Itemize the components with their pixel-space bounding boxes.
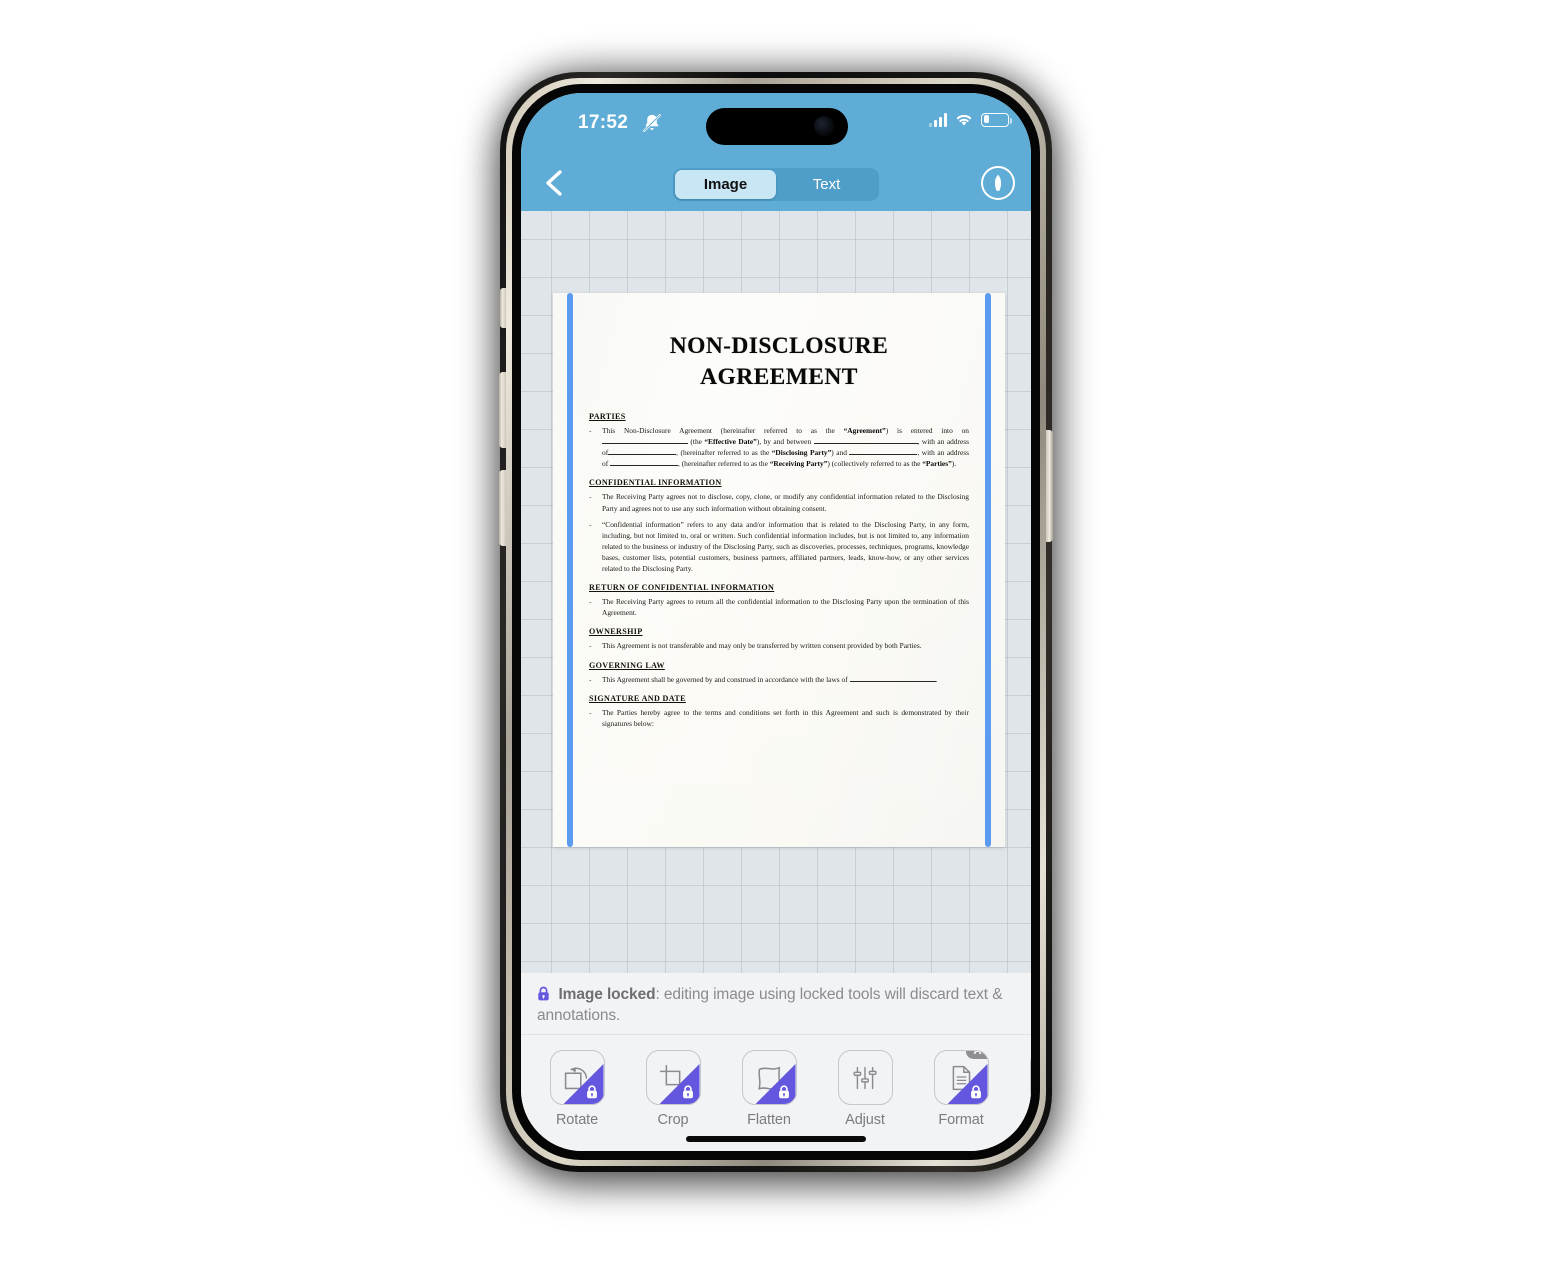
bullet-dash: - <box>589 519 592 529</box>
tool-flatten-box[interactable] <box>741 1050 797 1105</box>
tool-rotate-label: Rotate <box>555 1112 599 1128</box>
home-indicator[interactable] <box>686 1136 866 1142</box>
volume-down-button[interactable] <box>499 470 506 546</box>
tool-crop-box[interactable] <box>645 1050 701 1105</box>
lock-icon <box>586 1085 597 1099</box>
bullet-dash: - <box>589 492 592 502</box>
tab-text[interactable]: Text <box>776 170 877 199</box>
image-locked-label: Image locked <box>558 986 656 1003</box>
section-heading-confidential-information: CONFIDENTIAL INFORMATION <box>589 478 722 488</box>
tool-adjust-label: Adjust <box>845 1112 885 1128</box>
image-locked-banner: Image locked: editing image using locked… <box>521 973 1031 1035</box>
bullet-dash: - <box>589 425 592 435</box>
battery-icon <box>981 112 1012 127</box>
clause-parties-1: - This Non-Disclosure Agreement (hereina… <box>589 425 969 469</box>
back-button[interactable] <box>539 167 571 199</box>
navigation-bar: Image Text <box>521 155 1031 211</box>
tool-flatten[interactable]: Flatten <box>731 1050 807 1128</box>
image-text-segmented-control[interactable]: Image Text <box>673 168 879 201</box>
markup-pen-icon[interactable] <box>981 166 1015 200</box>
section-heading-signature-and-date: SIGNATURE AND DATE <box>589 693 686 703</box>
section-heading-ownership: OWNERSHIP <box>589 627 643 637</box>
image-canvas[interactable]: NON-DISCLOSURE AGREEMENT PARTIES - This … <box>521 211 1031 973</box>
clause-text: This Agreement is not transferable and m… <box>602 641 922 651</box>
lock-icon <box>538 986 549 1001</box>
volume-up-button[interactable] <box>499 372 506 448</box>
clause-text: This Non-Disclosure Agreement (hereinaft… <box>602 425 970 469</box>
tool-crop-label: Crop <box>657 1112 689 1128</box>
tool-crop[interactable]: Crop <box>635 1050 711 1128</box>
tool-adjust[interactable]: Adjust <box>827 1050 903 1128</box>
silent-switch-button[interactable] <box>500 288 506 328</box>
lock-icon <box>778 1085 789 1099</box>
bullet-dash: - <box>589 707 592 717</box>
format-size-badge: A4 <box>966 1051 988 1059</box>
tool-adjust-box[interactable] <box>837 1050 893 1105</box>
clause-text: “Confidential information” refers to any… <box>602 519 969 574</box>
tool-rotate[interactable]: Rotate <box>539 1050 615 1128</box>
phone-screen: 17:52 Image Text NON-DISCLOSURE AGREEMEN… <box>521 93 1031 1151</box>
tab-image[interactable]: Image <box>675 170 776 199</box>
screenshot-stage: 17:52 Image Text NON-DISCLOSURE AGREEMEN… <box>0 0 1560 1268</box>
crop-handle-right[interactable] <box>985 293 991 847</box>
clause-return-1: - The Receiving Party agrees to return a… <box>589 596 969 618</box>
clause-text: The Parties hereby agree to the terms an… <box>602 707 969 728</box>
section-heading-parties: PARTIES <box>589 411 626 421</box>
bell-slash-icon <box>643 114 661 132</box>
tool-format[interactable]: A4 Format <box>923 1050 999 1128</box>
image-locked-message: Image locked: editing image using locked… <box>537 986 1003 1024</box>
tool-more[interactable] <box>1019 1050 1031 1112</box>
document-title-line-1: NON-DISCLOSURE <box>669 333 889 359</box>
status-bar: 17:52 <box>521 93 1031 155</box>
document-page[interactable]: NON-DISCLOSURE AGREEMENT PARTIES - This … <box>553 293 1005 847</box>
document-content: NON-DISCLOSURE AGREEMENT PARTIES - This … <box>553 293 1005 847</box>
clause-text: The Receiving Party agrees to return all… <box>602 597 969 618</box>
bullet-dash: - <box>589 597 592 607</box>
tool-rotate-box[interactable] <box>549 1050 605 1105</box>
crop-handle-left[interactable] <box>567 293 573 847</box>
tool-more-box[interactable] <box>1029 1050 1031 1105</box>
adjust-icon <box>853 1066 877 1089</box>
cellular-signal-icon <box>929 112 947 127</box>
tool-flatten-label: Flatten <box>747 1112 791 1128</box>
bullet-dash: - <box>589 641 592 651</box>
clause-ownership-1: - This Agreement is not transferable and… <box>589 640 969 651</box>
lock-icon <box>682 1085 693 1099</box>
status-time: 17:52 <box>578 112 629 133</box>
bullet-dash: - <box>589 674 592 684</box>
section-heading-governing-law: GOVERNING LAW <box>589 660 665 670</box>
clause-text: This Agreement shall be governed by and … <box>602 674 938 684</box>
clause-signature-1: - The Parties hereby agree to the terms … <box>589 707 969 729</box>
power-button[interactable] <box>1046 430 1053 542</box>
front-camera-icon <box>814 116 834 136</box>
document-title: NON-DISCLOSURE AGREEMENT <box>589 331 969 394</box>
clause-confidential-2: - “Confidential information” refers to a… <box>589 519 969 575</box>
document-title-line-2: AGREEMENT <box>700 364 858 391</box>
editing-toolbar[interactable]: Rotate Crop Flatten Adjust A4 Format <box>521 1036 1031 1151</box>
lock-icon <box>970 1085 981 1099</box>
section-heading-return-of-confidential-information: RETURN OF CONFIDENTIAL INFORMATION <box>589 583 775 593</box>
wifi-icon <box>956 114 972 126</box>
clause-governing-law-1: - This Agreement shall be governed by an… <box>589 674 969 685</box>
clause-text: The Receiving Party agrees not to disclo… <box>602 492 969 513</box>
status-indicators <box>929 112 1012 127</box>
tool-format-box[interactable]: A4 <box>933 1050 989 1105</box>
battery-level-fill <box>983 115 989 123</box>
tool-format-label: Format <box>938 1112 984 1128</box>
clause-confidential-1: - The Receiving Party agrees not to disc… <box>589 491 969 513</box>
